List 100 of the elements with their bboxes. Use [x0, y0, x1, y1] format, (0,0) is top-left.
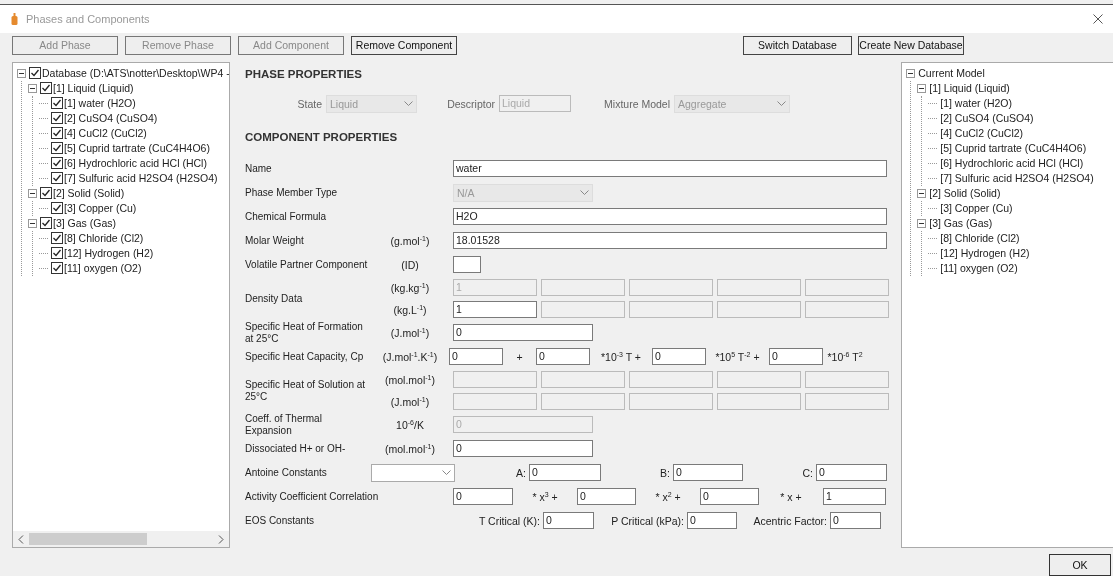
- section-heading: COMPONENT PROPERTIES: [245, 130, 399, 145]
- caret-icon: [442, 470, 451, 476]
- checkbox[interactable]: [51, 97, 63, 110]
- checkbox[interactable]: [40, 82, 52, 95]
- input-field[interactable]: [453, 256, 481, 274]
- collapse-icon[interactable]: [28, 188, 37, 198]
- collapse-icon[interactable]: [917, 83, 927, 93]
- unit-label: 10$^{-6}$/K: [396, 418, 424, 431]
- tree-item[interactable]: Current Model: [918, 67, 985, 80]
- field-label: EOS Constants: [245, 514, 315, 527]
- caret-icon: [404, 101, 413, 107]
- input-field[interactable]: water: [453, 160, 887, 178]
- input-field[interactable]: 0: [700, 488, 759, 506]
- field-label: Antoine Constants: [245, 466, 328, 479]
- collapse-icon[interactable]: [917, 188, 927, 198]
- tree-item[interactable]: [2] Solid (Solid): [53, 187, 125, 200]
- tree-item[interactable]: [5] Cuprid tartrate (CuC4H4O6): [64, 142, 210, 155]
- collapse-icon[interactable]: [17, 68, 26, 78]
- input-field[interactable]: H2O: [453, 208, 887, 226]
- unit-label: (kg.L$^{-1}$): [393, 303, 427, 316]
- toolbar-button[interactable]: Switch Database: [743, 35, 852, 55]
- tree-item[interactable]: [11] oxygen (O2): [64, 262, 142, 275]
- formula-text: * x +: [780, 490, 802, 503]
- input-field[interactable]: 0: [673, 464, 743, 482]
- section-heading: PHASE PROPERTIES: [245, 67, 363, 82]
- tree-item[interactable]: [7] Sulfuric acid H2SO4 (H2SO4): [64, 172, 218, 185]
- input-field[interactable]: 0: [687, 512, 737, 530]
- field-label: Dissociated H+ or OH-: [245, 442, 347, 455]
- input-field[interactable]: 0: [449, 348, 503, 366]
- input-field[interactable]: 0: [769, 348, 823, 366]
- collapse-icon[interactable]: [28, 83, 37, 93]
- input-field[interactable]: 0: [453, 324, 593, 342]
- checkbox[interactable]: [51, 142, 63, 155]
- window-title: Phases and Components: [26, 12, 150, 25]
- tree-item[interactable]: [8] Chloride (Cl2): [64, 232, 144, 245]
- tree-item[interactable]: [1] water (H2O): [940, 97, 1012, 110]
- input-field[interactable]: 0: [543, 512, 594, 530]
- tree-item[interactable]: [11] oxygen (O2): [940, 262, 1018, 275]
- tree-item[interactable]: [1] water (H2O): [64, 97, 136, 110]
- toolbar-button[interactable]: Create New Database: [858, 35, 964, 55]
- input-field[interactable]: 1: [823, 488, 886, 506]
- checkbox[interactable]: [51, 172, 63, 185]
- collapse-icon[interactable]: [28, 218, 37, 228]
- checkbox[interactable]: [40, 217, 52, 230]
- formula-text: C:: [802, 466, 813, 479]
- tree-item[interactable]: Database (D:\ATS\notter\Desktop\WP4 -: [42, 67, 229, 80]
- ok-button[interactable]: OK: [1049, 554, 1111, 576]
- checkbox[interactable]: [51, 262, 63, 275]
- tree-item[interactable]: [4] CuCl2 (CuCl2): [64, 127, 147, 140]
- input-field[interactable]: 1: [453, 301, 537, 319]
- checkbox[interactable]: [40, 187, 52, 200]
- tree-item[interactable]: [1] Liquid (Liquid): [929, 82, 1010, 95]
- close-icon[interactable]: [1093, 13, 1103, 24]
- input-field[interactable]: 18.01528: [453, 232, 887, 250]
- input-field[interactable]: 0: [577, 488, 636, 506]
- field-label: State: [296, 97, 323, 110]
- tree-item[interactable]: [12] Hydrogen (H2): [940, 247, 1030, 260]
- tree-item[interactable]: [7] Sulfuric acid H2SO4 (H2SO4): [940, 172, 1094, 185]
- unit-label: (g.mol$^{-1}$): [390, 234, 430, 247]
- tree-item[interactable]: [12] Hydrogen (H2): [64, 247, 154, 260]
- input-field[interactable]: 0: [529, 464, 601, 482]
- input-field[interactable]: 0: [652, 348, 706, 366]
- tree-item[interactable]: [2] CuSO4 (CuSO4): [940, 112, 1034, 125]
- tree-item[interactable]: [5] Cuprid tartrate (CuC4H4O6): [940, 142, 1087, 155]
- tree-item[interactable]: [8] Chloride (Cl2): [940, 232, 1020, 245]
- toolbar-button[interactable]: Remove Component: [351, 35, 457, 55]
- tree-item[interactable]: [2] CuSO4 (CuSO4): [64, 112, 158, 125]
- formula-text: A:: [516, 466, 526, 479]
- tree-item[interactable]: [4] CuCl2 (CuCl2): [940, 127, 1024, 140]
- unit-label: (kg.kg$^{-1}$): [390, 281, 430, 294]
- tree-item[interactable]: [3] Gas (Gas): [53, 217, 116, 230]
- checkbox[interactable]: [51, 112, 63, 125]
- tree-item[interactable]: [3] Copper (Cu): [940, 202, 1013, 215]
- collapse-icon[interactable]: [917, 218, 927, 228]
- formula-text: * x$^{3}$ +: [532, 490, 558, 503]
- unit-label: (ID): [401, 258, 419, 271]
- input-field[interactable]: 0: [536, 348, 590, 366]
- input-field[interactable]: 0: [830, 512, 881, 530]
- formula-text: *10$^{-3}$ T +: [601, 350, 641, 363]
- input-field[interactable]: 0: [453, 488, 513, 506]
- tree-item[interactable]: [6] Hydrochloric acid HCl (HCl): [940, 157, 1084, 170]
- checkbox[interactable]: [29, 67, 41, 80]
- field-label: Specific Heat of Formation at 25°C: [245, 320, 364, 345]
- checkbox[interactable]: [51, 247, 63, 260]
- checkbox[interactable]: [51, 127, 63, 140]
- field-label: Chemical Formula: [245, 210, 328, 223]
- input-field[interactable]: 0: [816, 464, 887, 482]
- tree-item[interactable]: [6] Hydrochloric acid HCl (HCl): [64, 157, 207, 170]
- collapse-icon[interactable]: [906, 68, 916, 78]
- checkbox[interactable]: [51, 232, 63, 245]
- unit-label: (J.mol$^{-1}$): [390, 395, 430, 408]
- checkbox[interactable]: [51, 157, 63, 170]
- tree-item[interactable]: [3] Copper (Cu): [64, 202, 137, 215]
- tree-item[interactable]: [2] Solid (Solid): [929, 187, 1001, 200]
- input-field[interactable]: 0: [453, 440, 593, 458]
- formula-text: B:: [660, 466, 670, 479]
- tree-item[interactable]: [1] Liquid (Liquid): [53, 82, 134, 95]
- tree-item[interactable]: [3] Gas (Gas): [929, 217, 993, 230]
- checkbox[interactable]: [51, 202, 63, 215]
- unit-label: (J.mol$^{-1}$): [390, 326, 430, 339]
